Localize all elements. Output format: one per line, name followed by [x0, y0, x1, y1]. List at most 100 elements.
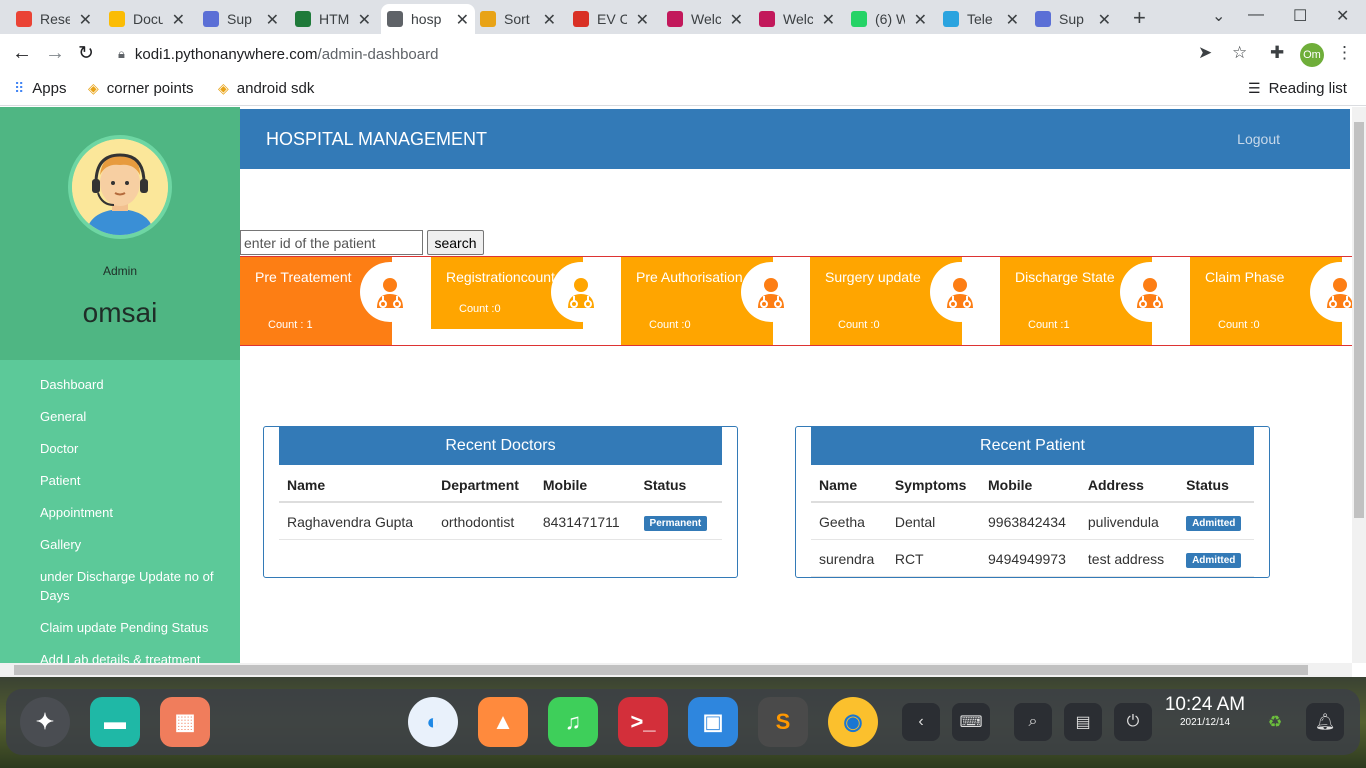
sidebar-item-discharge-update[interactable]: under Discharge Update no of Days	[40, 567, 230, 605]
keyboard-icon[interactable]: ⌨	[952, 703, 990, 741]
card-pre-treatment[interactable]: Pre Treatement Count : 1	[240, 257, 420, 345]
tab-close-icon[interactable]: ✕	[543, 10, 556, 30]
tab-close-icon[interactable]: ✕	[914, 10, 927, 30]
sidebar-item-doctor[interactable]: Doctor	[40, 439, 230, 458]
menu-icon[interactable]: ⋮	[1336, 43, 1353, 63]
patient-id-search-input[interactable]	[240, 230, 423, 255]
tab-close-icon[interactable]: ✕	[636, 10, 649, 30]
admin-avatar-icon	[72, 139, 168, 235]
column-header: Symptoms	[886, 469, 981, 503]
bookmark-apps[interactable]: ⠿ Apps	[14, 80, 66, 97]
card-surgery-update[interactable]: Surgery update Count :0	[810, 257, 990, 345]
card-pre-authorisation[interactable]: Pre Authorisation Count :0	[621, 257, 801, 345]
patient-name: Geetha	[811, 502, 887, 540]
reload-icon[interactable]: ↻	[78, 42, 94, 65]
tab-12[interactable]: Sup ✕	[1029, 4, 1117, 34]
archive-icon[interactable]: ▣	[688, 697, 738, 747]
search-icon[interactable]: ⌕	[1014, 703, 1052, 741]
address-bar[interactable]: 🔒︎ kodi1.pythonanywhere.com/admin-dashbo…	[110, 39, 1230, 69]
tab-close-icon[interactable]: ✕	[1006, 10, 1019, 30]
bookmark-apps-label: Apps	[32, 80, 67, 97]
vertical-scrollbar[interactable]	[1352, 107, 1366, 663]
chrome-icon[interactable]: ◉	[828, 697, 878, 747]
tab-close-icon[interactable]: ✕	[1098, 10, 1111, 30]
tab-close-icon[interactable]: ✕	[456, 10, 469, 30]
sidebar-item-dashboard[interactable]: Dashboard	[40, 375, 230, 394]
sidebar-item-general[interactable]: General	[40, 407, 230, 426]
reading-list-button[interactable]: ☰ Reading list	[1248, 80, 1347, 97]
tab-close-icon[interactable]: ✕	[172, 10, 185, 30]
sidebar-item-gallery[interactable]: Gallery	[40, 535, 230, 554]
tab-label: hosp	[411, 11, 441, 27]
tab-strip: + ⌄ — ☐ ✕ Rese ✕ Docu ✕ Sup ✕ HTM ✕ hosp ✕ Sort ✕ EV…	[0, 0, 1366, 34]
logout-link[interactable]: Logout	[1237, 131, 1280, 147]
avatar	[68, 135, 172, 239]
profile-avatar[interactable]: Om	[1300, 43, 1324, 67]
power-icon[interactable]: ⏻	[1114, 703, 1152, 741]
tab-10[interactable]: (6) W ✕	[845, 4, 933, 34]
tab-8[interactable]: Welc ✕	[661, 4, 749, 34]
forward-icon[interactable]: →	[45, 42, 65, 65]
tab-close-icon[interactable]: ✕	[79, 10, 92, 30]
launcher-icon[interactable]: ✦	[20, 697, 70, 747]
tab-6[interactable]: Sort ✕	[474, 4, 562, 34]
chevron-left-icon[interactable]: ‹	[902, 703, 940, 741]
card-count: Count :0	[649, 319, 691, 331]
recent-patients-table: Name Symptoms Mobile Address Status Geet…	[811, 469, 1254, 577]
tab-9[interactable]: Welc ✕	[753, 4, 841, 34]
tab-close-icon[interactable]: ✕	[730, 10, 743, 30]
browser-toolbar: ← → ↻ 🔒︎ kodi1.pythonanywhere.com/admin-…	[0, 34, 1366, 74]
vertical-scroll-thumb[interactable]	[1354, 122, 1364, 518]
tab-2[interactable]: Docu ✕	[103, 4, 191, 34]
tab-7[interactable]: EV C ✕	[567, 4, 655, 34]
music-icon[interactable]: ♫	[548, 697, 598, 747]
browser-app-icon[interactable]: ◐	[408, 697, 458, 747]
notification-bell-icon[interactable]: 🔔︎	[1306, 703, 1344, 741]
card-claim-phase[interactable]: Claim Phase Count :0	[1190, 257, 1352, 345]
tab-4[interactable]: HTM ✕	[289, 4, 377, 34]
close-window-button[interactable]: ✕	[1336, 6, 1349, 26]
column-header: Mobile	[980, 469, 1080, 503]
terminal-icon[interactable]: >_	[618, 697, 668, 747]
sidebar-item-claim-update[interactable]: Claim update Pending Status	[40, 618, 230, 637]
sidebar-item-patient[interactable]: Patient	[40, 471, 230, 490]
search-button[interactable]: search	[427, 230, 484, 255]
patient-mobile: 9963842434	[980, 502, 1080, 540]
image-viewer-icon[interactable]: ▲	[478, 697, 528, 747]
sidebar: Admin omsai Dashboard General Doctor Pat…	[0, 107, 240, 663]
app-store-icon[interactable]: ▦	[160, 697, 210, 747]
table-row: Geetha Dental 9963842434 pulivendula Adm…	[811, 502, 1254, 540]
patient-symptoms: Dental	[886, 502, 981, 540]
card-discharge-state[interactable]: Discharge State Count :1	[1000, 257, 1180, 345]
tab-search-icon[interactable]: ⌄	[1212, 6, 1225, 26]
doctor-icon	[930, 262, 990, 322]
bookmark-corner-points[interactable]: ◈ corner points	[88, 80, 194, 97]
horizontal-scrollbar[interactable]	[0, 663, 1352, 677]
sublime-text-icon[interactable]: S	[758, 697, 808, 747]
tab-11[interactable]: Tele ✕	[937, 4, 1025, 34]
bookmark-star-icon[interactable]: ☆	[1232, 43, 1247, 63]
card-registration-count[interactable]: Registrationcount Count :0	[431, 257, 611, 329]
tab-label: Docu	[133, 11, 163, 27]
file-manager-icon[interactable]: ▬	[90, 697, 140, 747]
trash-icon[interactable]: ♻	[1256, 703, 1294, 741]
extensions-icon[interactable]: ✚	[1270, 43, 1284, 63]
maximize-button[interactable]: ☐	[1293, 6, 1307, 26]
sidebar-item-appointment[interactable]: Appointment	[40, 503, 230, 522]
tab-close-icon[interactable]: ✕	[358, 10, 371, 30]
tab-close-icon[interactable]: ✕	[266, 10, 279, 30]
sidebar-item-lab-details[interactable]: Add Lab details & treatment	[40, 650, 230, 663]
screen-keyboard-icon[interactable]: ▤	[1064, 703, 1102, 741]
tab-1[interactable]: Rese ✕	[10, 4, 98, 34]
tab-5[interactable]: hosp ✕	[381, 4, 475, 34]
back-icon[interactable]: ←	[12, 42, 32, 65]
sidebar-profile: Admin omsai	[0, 107, 240, 360]
bookmark-android-sdk[interactable]: ◈ android sdk	[218, 80, 314, 97]
tab-close-icon[interactable]: ✕	[822, 10, 835, 30]
new-tab-button[interactable]: +	[1133, 5, 1146, 31]
horizontal-scroll-thumb[interactable]	[14, 665, 1308, 675]
send-icon[interactable]: ➤	[1198, 43, 1212, 63]
tab-3[interactable]: Sup ✕	[197, 4, 285, 34]
column-header: Name	[811, 469, 887, 503]
minimize-button[interactable]: —	[1248, 6, 1264, 24]
